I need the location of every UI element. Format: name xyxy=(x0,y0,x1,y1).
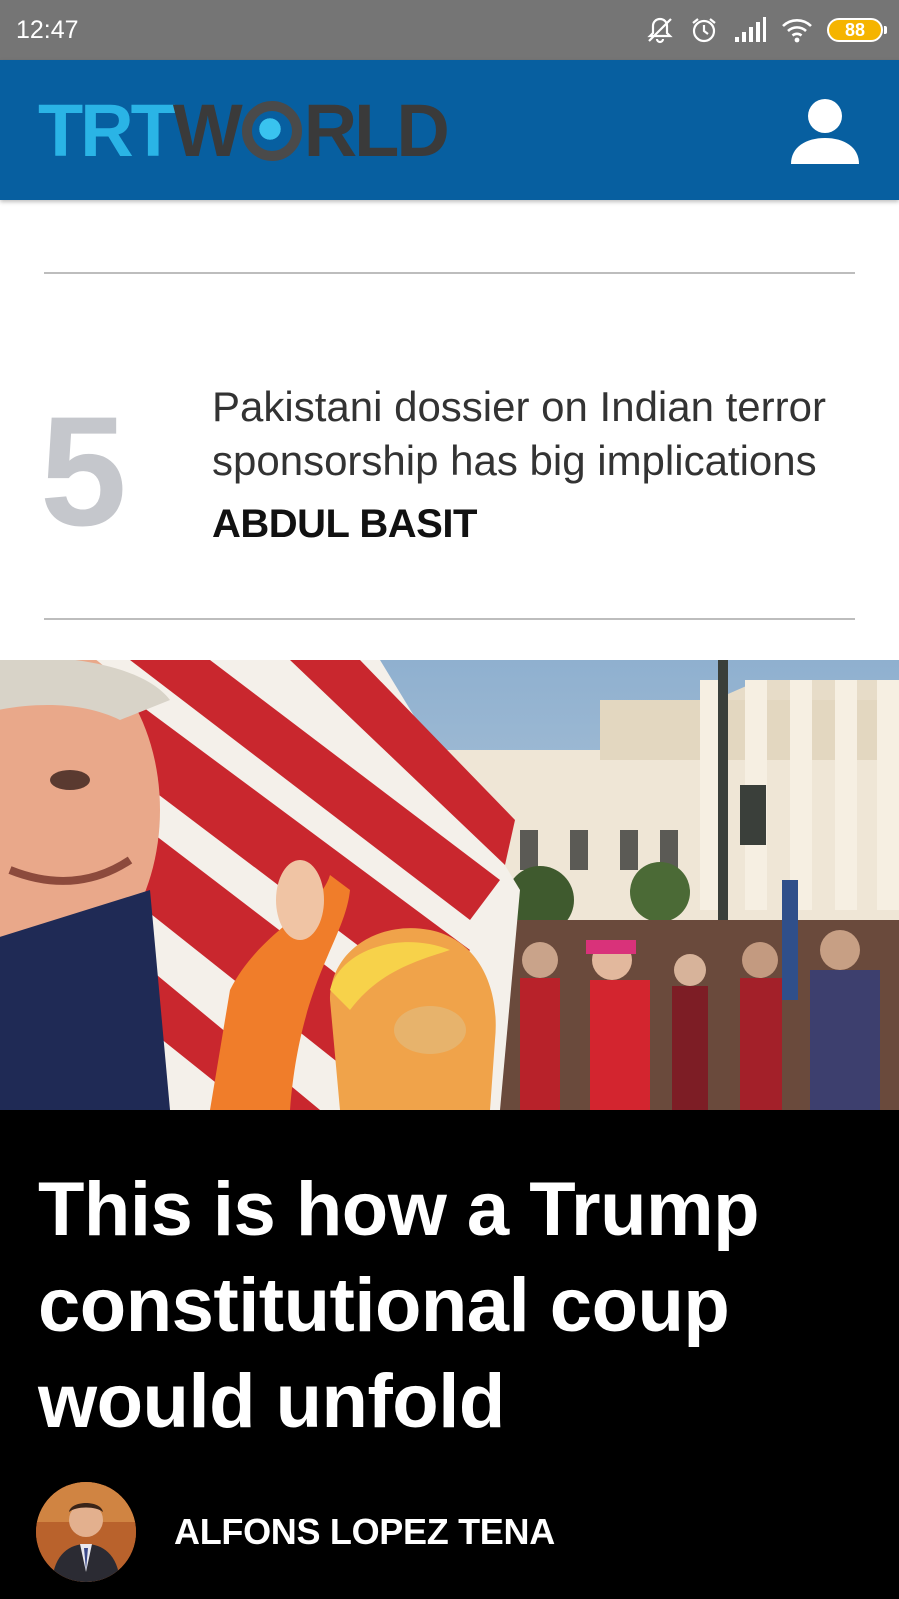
logo-w-text: W xyxy=(172,89,243,172)
list-divider xyxy=(44,618,855,620)
logo-trt-text: TRT xyxy=(38,89,176,172)
featured-author-row[interactable]: ALFONS LOPEZ TENA xyxy=(36,1482,555,1582)
avatar xyxy=(36,1482,136,1582)
logo-rld-text: RLD xyxy=(303,89,450,172)
status-time: 12:47 xyxy=(16,15,79,44)
app-bar: TRT W RLD xyxy=(0,60,899,200)
list-divider xyxy=(44,272,855,274)
article-title-line: Pakistani dossier on Indian terror xyxy=(212,383,826,430)
user-account-button[interactable] xyxy=(787,94,863,168)
article-author: ABDUL BASIT xyxy=(212,502,477,546)
notifications-off-icon xyxy=(645,15,675,45)
rank-number: 5 xyxy=(40,385,127,559)
signal-icon xyxy=(733,17,767,43)
most-read-item-5[interactable]: 5 Pakistani dossier on Indian terror spo… xyxy=(0,380,899,560)
status-icons: 88 xyxy=(645,15,887,45)
wifi-icon xyxy=(781,17,813,43)
trt-world-logo[interactable]: TRT W RLD xyxy=(38,89,450,172)
featured-headline[interactable]: This is how a Trump constitutional coup … xyxy=(38,1162,878,1450)
battery-icon: 88 xyxy=(827,18,887,42)
status-bar: 12:47 88 xyxy=(0,0,899,60)
featured-headline-line: constitutional coup xyxy=(38,1263,730,1348)
alarm-icon xyxy=(689,15,719,45)
article-title[interactable]: Pakistani dossier on Indian terror spons… xyxy=(212,380,899,488)
featured-article-image[interactable] xyxy=(0,660,899,1110)
featured-article-panel[interactable]: This is how a Trump constitutional coup … xyxy=(0,1110,899,1599)
user-icon xyxy=(791,99,859,164)
featured-author-name: ALFONS LOPEZ TENA xyxy=(174,1511,555,1552)
logo-world-text: W RLD xyxy=(172,89,450,172)
featured-headline-line: This is how a Trump xyxy=(38,1167,760,1252)
globe-icon xyxy=(241,101,302,161)
article-title-line: sponsorship has big implications xyxy=(212,437,817,484)
featured-headline-line: would unfold xyxy=(38,1359,505,1444)
